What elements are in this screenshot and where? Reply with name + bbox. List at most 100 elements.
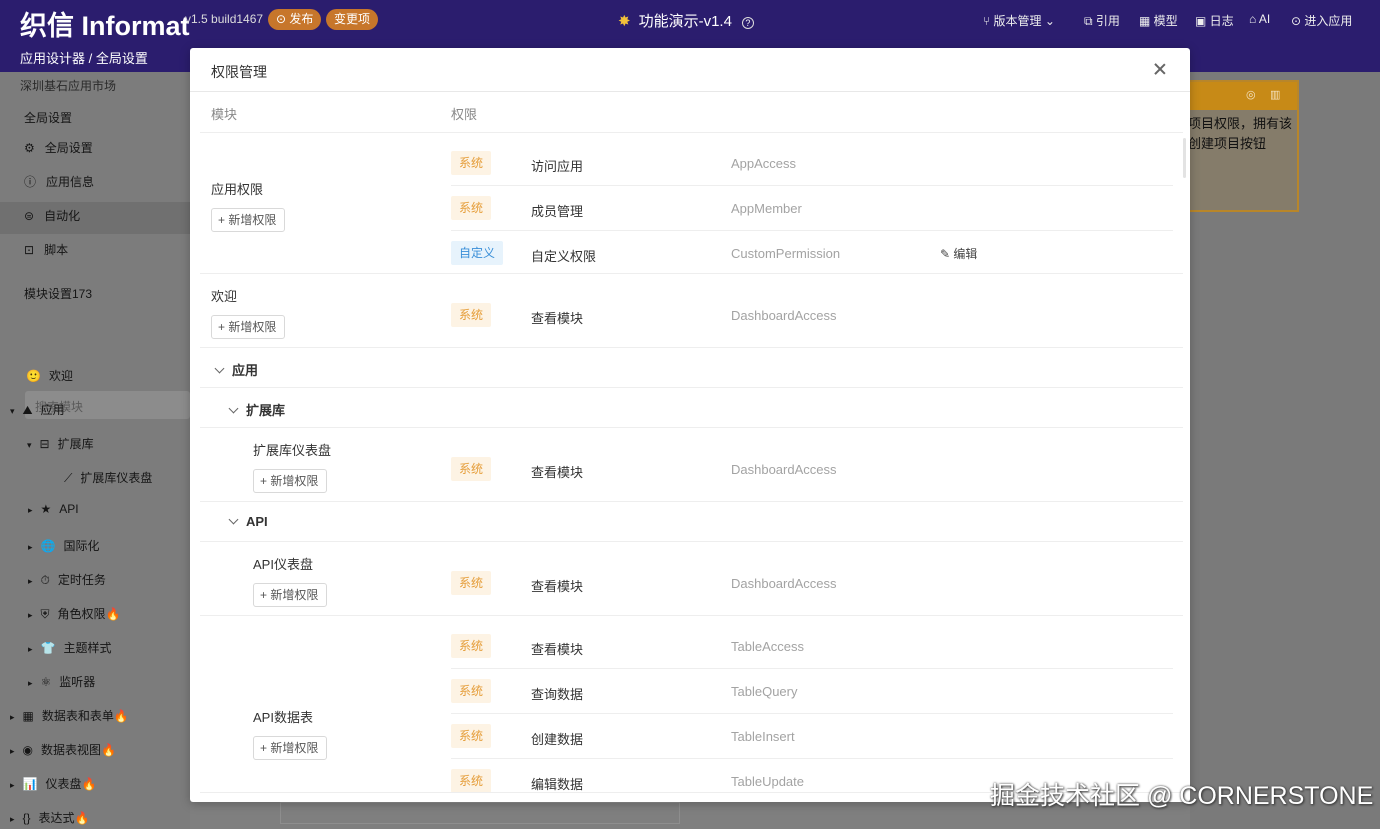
tree-item-expressions[interactable]: ▸ {} 表达式🔥: [10, 809, 90, 826]
enter-app-label: 进入应用: [1304, 14, 1353, 28]
sidebar-item-script[interactable]: ⊡ 脚本: [24, 241, 68, 258]
group-api-toggle[interactable]: API: [228, 514, 268, 529]
add-permission-button[interactable]: + 新增权限: [253, 583, 328, 607]
version-manage-menu[interactable]: ⑂ 版本管理 ⌄: [983, 12, 1055, 29]
permission-code: AppAccess: [731, 156, 797, 171]
tree-item-i18n[interactable]: ▸ 🌐 国际化: [28, 537, 100, 554]
help-icon[interactable]: ?: [741, 17, 754, 29]
group-label: 扩展库: [246, 403, 286, 418]
log-menu[interactable]: ▣ 日志: [1195, 12, 1234, 29]
caret-right-icon: ▸: [10, 746, 15, 756]
tree-item-extlib[interactable]: ▾ ⊟ 扩展库: [27, 435, 94, 452]
caret-right-icon: ▸: [10, 780, 15, 790]
ai-menu[interactable]: ⌂ AI: [1249, 12, 1270, 26]
smile-icon: 🙂: [26, 369, 41, 383]
trash-icon[interactable]: ▥: [1270, 88, 1280, 101]
table-icon: ▦: [22, 709, 34, 723]
sidebar-item-app-info[interactable]: ⓘ 应用信息: [24, 173, 94, 190]
permission-name: 查看模块: [531, 465, 584, 480]
permission-code: DashboardAccess: [731, 462, 837, 477]
timer-icon: ⏱: [40, 573, 50, 587]
palette-icon[interactable]: ◎: [1246, 88, 1256, 101]
permission-code: DashboardAccess: [731, 576, 837, 591]
module-name: 应用权限: [211, 182, 264, 197]
model-icon: ▦: [1139, 14, 1154, 28]
permission-code: AppMember: [731, 201, 802, 216]
caret-right-icon: ▸: [10, 712, 15, 722]
custom-tag: 自定义: [451, 241, 504, 265]
system-tag: 系统: [451, 303, 492, 327]
atom-icon: ⚛: [40, 675, 52, 689]
publish-button[interactable]: ⊙ 发布: [268, 9, 322, 30]
version-manage-label: 版本管理: [993, 14, 1042, 28]
add-permission-button[interactable]: + 新增权限: [211, 208, 286, 232]
bar-chart-icon: 📊: [22, 777, 38, 791]
permission-code: TableQuery: [731, 684, 798, 699]
permission-code: TableUpdate: [731, 774, 804, 789]
caret-right-icon: ▸: [28, 610, 33, 620]
braces-icon: {}: [22, 811, 31, 825]
tree-item-label: 角色权限🔥: [57, 607, 121, 621]
sidebar-item-automation[interactable]: ⊜ 自动化: [24, 207, 80, 224]
tree-item-extlib-dashboard[interactable]: ⟋ 扩展库仪表盘: [64, 469, 152, 486]
divider: [200, 541, 1183, 542]
reference-menu[interactable]: ⧉ 引用: [1084, 12, 1120, 29]
changes-button[interactable]: 变更项: [326, 9, 379, 30]
model-menu[interactable]: ▦ 模型: [1139, 12, 1178, 29]
module-name: 欢迎: [211, 289, 238, 304]
tree-item-api[interactable]: ▸ ★ API: [28, 502, 79, 516]
divider: [200, 387, 1183, 388]
note-card[interactable]: ◎ ▥ 项目权限，拥有该创建项目按钮: [1186, 80, 1299, 212]
system-tag: 系统: [451, 196, 492, 220]
globe-icon: 🌐: [40, 539, 56, 553]
version-label: v1.5 build1467: [185, 12, 264, 26]
caret-down-icon: ▾: [10, 406, 15, 416]
tree-item-label: 应用: [40, 403, 65, 417]
robot-icon: ⌂: [1249, 12, 1259, 26]
script-icon: ⊡: [24, 243, 35, 257]
tree-item-tables[interactable]: ▸ ▦ 数据表和表单🔥: [10, 707, 129, 724]
close-icon[interactable]: [1150, 60, 1170, 80]
model-label: 模型: [1153, 14, 1178, 28]
project-title[interactable]: ✸ 功能演示-v1.4?: [618, 10, 754, 31]
divider: [451, 758, 1173, 759]
system-tag: 系统: [451, 457, 492, 481]
reference-label: 引用: [1095, 14, 1120, 28]
tree-item-listener[interactable]: ▸ ⚛ 监听器: [28, 673, 95, 690]
gear-icon: ⚙: [24, 141, 35, 155]
app-logo[interactable]: 织信 Informat: [20, 4, 190, 43]
system-tag: 系统: [451, 571, 492, 595]
add-permission-button[interactable]: + 新增权限: [253, 469, 328, 493]
tree-item-label: 定时任务: [57, 573, 106, 587]
ai-label: AI: [1258, 12, 1271, 26]
tree-item-app[interactable]: ▾ ⛰ 应用: [10, 401, 65, 418]
chart-icon: ⟋: [64, 471, 73, 485]
edit-permission-button[interactable]: ✎ 编辑: [940, 245, 977, 262]
watermark: 掘金技术社区 @ CORNERSTONE: [990, 782, 1374, 810]
enter-app-menu[interactable]: ⊙ 进入应用: [1291, 12, 1352, 29]
scrollbar[interactable]: [1183, 138, 1186, 178]
group-app-toggle[interactable]: 应用: [214, 360, 258, 379]
caret-down-icon: ▾: [27, 440, 32, 450]
permission-code: TableInsert: [731, 729, 795, 744]
tree-item-roles[interactable]: ▸ ⛨ 角色权限🔥: [28, 605, 121, 622]
system-tag: 系统: [451, 679, 492, 703]
permission-name: 访问应用: [531, 159, 584, 174]
chevron-down-icon: [228, 514, 239, 525]
sidebar-item-global-settings[interactable]: ⚙ 全局设置: [24, 139, 93, 156]
star-icon: ★: [40, 502, 52, 516]
tree-item-dashboards[interactable]: ▸ 📊 仪表盘🔥: [10, 775, 96, 792]
log-icon: ▣: [1195, 14, 1210, 28]
global-section-title: 全局设置: [24, 111, 73, 125]
edit-label: 编辑: [953, 247, 978, 261]
tree-item-welcome[interactable]: 🙂 欢迎: [26, 367, 73, 384]
tree-item-table-views[interactable]: ▸ ◉ 数据表视图🔥: [10, 741, 116, 758]
divider: [451, 230, 1173, 231]
add-permission-button[interactable]: + 新增权限: [253, 736, 328, 760]
tree-item-theme[interactable]: ▸ 👕 主题样式: [28, 639, 112, 656]
divider: [200, 132, 1183, 133]
add-permission-button[interactable]: + 新增权限: [211, 315, 286, 339]
tree-item-schedule[interactable]: ▸ ⏱ 定时任务: [28, 571, 106, 588]
divider: [451, 185, 1173, 186]
group-extlib-toggle[interactable]: 扩展库: [228, 400, 286, 419]
